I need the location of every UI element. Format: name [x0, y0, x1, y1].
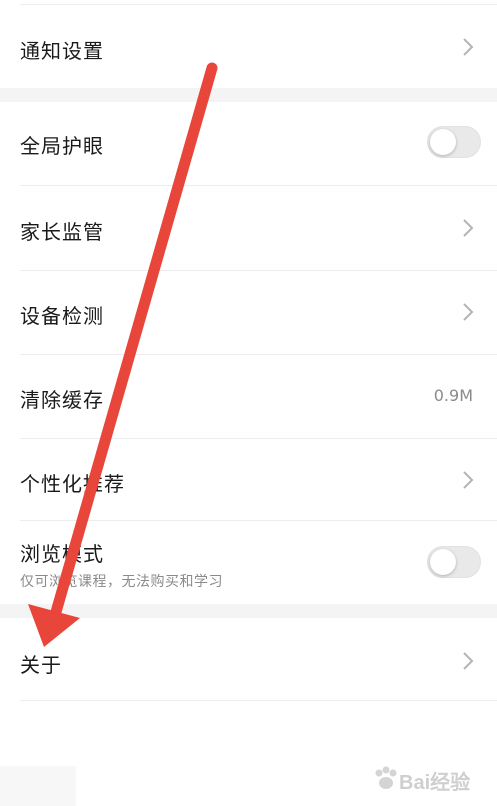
chevron-right-icon	[461, 470, 475, 490]
settings-row-browse-mode: 浏览模式 仅可浏览课程，无法购买和学习	[0, 521, 497, 604]
bottom-blank-patch	[0, 766, 76, 806]
browse-mode-label: 浏览模式	[20, 542, 104, 566]
chevron-right-icon	[461, 651, 475, 671]
settings-row-personalized[interactable]: 个性化推荐	[0, 439, 497, 520]
parental-label: 家长监管	[20, 220, 104, 244]
settings-row-clear-cache[interactable]: 清除缓存 0.9M	[0, 355, 497, 438]
clear-cache-label: 清除缓存	[20, 388, 104, 412]
about-label: 关于	[20, 653, 62, 677]
watermark-text: Bai经验	[399, 772, 471, 794]
personalized-label: 个性化推荐	[20, 472, 125, 496]
toggle-knob	[430, 129, 456, 155]
browse-mode-subtitle: 仅可浏览课程，无法购买和学习	[20, 574, 223, 590]
baidu-jingyan-watermark: Bai经验	[371, 758, 491, 800]
cache-size-value: 0.9M	[433, 386, 473, 405]
settings-row-about[interactable]: 关于	[0, 618, 497, 700]
settings-row-parental[interactable]: 家长监管	[0, 186, 497, 270]
settings-row-notify[interactable]: 通知设置	[0, 5, 497, 87]
toggle-knob	[430, 549, 456, 575]
chevron-right-icon	[461, 302, 475, 322]
device-check-label: 设备检测	[20, 304, 104, 328]
settings-row-device-check[interactable]: 设备检测	[0, 271, 497, 354]
chevron-right-icon	[461, 37, 475, 57]
section-gap	[0, 88, 497, 102]
browse-mode-toggle[interactable]	[427, 546, 481, 578]
notify-label: 通知设置	[20, 39, 104, 63]
eye-care-toggle[interactable]	[427, 126, 481, 158]
eye-care-label: 全局护眼	[20, 134, 104, 158]
settings-row-eye-care: 全局护眼	[0, 102, 497, 185]
chevron-right-icon	[461, 218, 475, 238]
row-divider	[20, 700, 497, 701]
paw-icon	[375, 766, 397, 789]
section-gap	[0, 604, 497, 618]
